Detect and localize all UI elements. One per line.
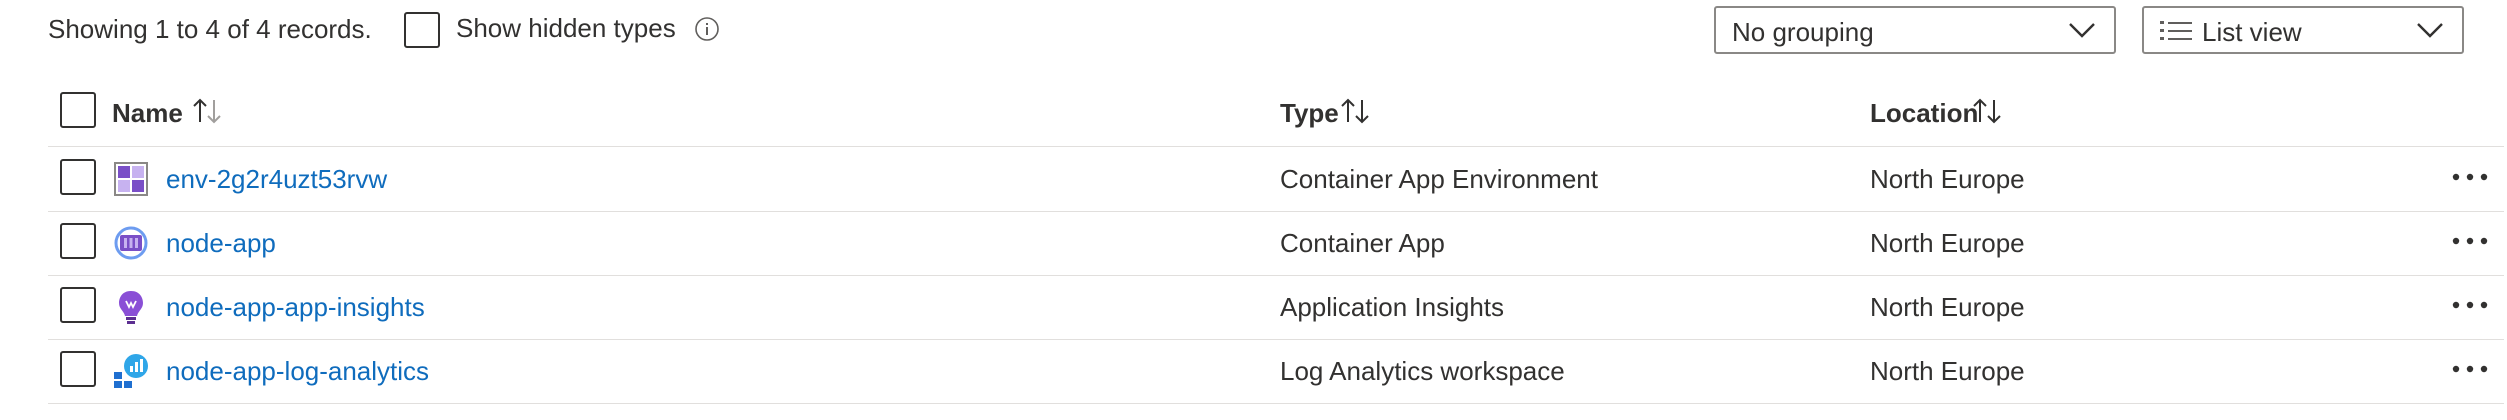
records-count-text: Showing 1 to 4 of 4 records. [48,14,372,44]
select-all-checkbox[interactable] [60,92,96,128]
view-dropdown[interactable]: List view [2142,6,2464,54]
show-hidden-types-checkbox[interactable] [404,12,440,48]
table-row[interactable]: node-app-app-insights Application Insigh… [48,275,2504,340]
container-app-icon [114,226,148,260]
row-checkbox[interactable] [60,159,96,195]
resource-link[interactable]: env-2g2r4uzt53rvw [166,164,387,195]
resource-location: North Europe [1870,356,2025,386]
resource-type: Container App Environment [1280,164,1598,194]
column-header-name[interactable]: Name [112,98,183,129]
table-row[interactable]: node-app-log-analytics Log Analytics wor… [48,339,2504,404]
show-hidden-types-label[interactable]: Show hidden types [456,13,676,44]
row-checkbox[interactable] [60,223,96,259]
more-options-icon[interactable] [2450,359,2490,379]
more-options-icon[interactable] [2450,231,2490,251]
grouping-dropdown[interactable]: No grouping [1714,6,2116,54]
resource-link[interactable]: node-app-log-analytics [166,356,429,387]
chevron-down-icon [2417,23,2443,38]
column-header-location[interactable]: Location [1870,98,1978,129]
resource-list-page: Showing 1 to 4 of 4 records. Show hidden… [0,0,2507,420]
log-analytics-icon [114,354,148,388]
row-checkbox[interactable] [60,287,96,323]
resource-type: Application Insights [1280,292,1505,322]
row-checkbox[interactable] [60,351,96,387]
table-row[interactable]: env-2g2r4uzt53rvw Container App Environm… [48,147,2504,212]
resource-type: Container App [1280,228,1445,258]
resource-location: North Europe [1870,292,2025,322]
table-row[interactable]: node-app Container App North Europe [48,211,2504,276]
resource-link[interactable]: node-app [166,228,276,259]
list-view-icon [2160,21,2192,40]
sort-icon[interactable] [1338,96,1374,126]
more-options-icon[interactable] [2450,295,2490,315]
toolbar: Showing 1 to 4 of 4 records. Show hidden… [0,0,2507,60]
chevron-down-icon [2069,23,2095,38]
application-insights-icon [119,291,143,324]
grouping-dropdown-value: No grouping [1732,17,1874,47]
sort-icon[interactable] [1970,96,2006,126]
resource-type: Log Analytics workspace [1280,356,1565,386]
resource-location: North Europe [1870,164,2025,194]
info-icon[interactable] [694,16,720,42]
grid-header: Name Type Location [48,82,2504,147]
container-app-environment-icon [114,162,148,196]
column-header-type[interactable]: Type [1280,98,1339,129]
sort-ascending-icon[interactable] [190,96,226,126]
view-dropdown-value: List view [2202,17,2302,47]
resource-location: North Europe [1870,228,2025,258]
resource-link[interactable]: node-app-app-insights [166,292,425,323]
more-options-icon[interactable] [2450,167,2490,187]
